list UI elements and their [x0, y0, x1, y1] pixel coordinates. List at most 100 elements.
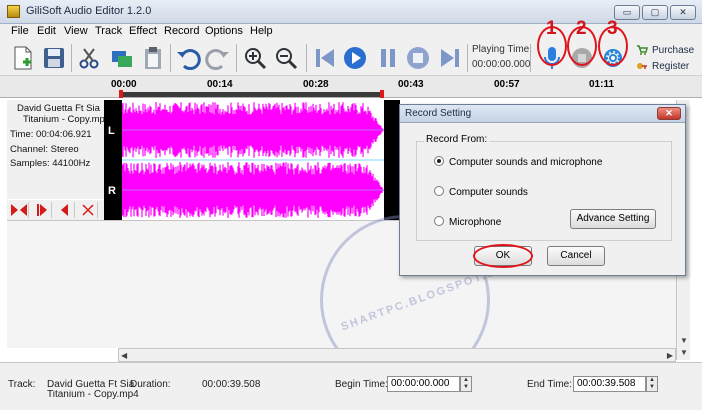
- selection-range-bar[interactable]: [120, 92, 384, 97]
- record-setting-dialog: Record Setting ✕ Record From: Computer s…: [399, 104, 686, 276]
- dialog-title: Record Setting: [405, 108, 472, 119]
- option-computer-sounds[interactable]: Computer sounds: [434, 186, 528, 198]
- delete-track-icon[interactable]: [78, 202, 98, 218]
- title-bar: GiliSoft Audio Editor 1.2.0 ▭ ▢ ✕: [0, 0, 702, 24]
- cart-icon: [636, 44, 648, 56]
- minimize-button[interactable]: ▭: [614, 5, 640, 20]
- ruler-tick: 00:14: [207, 79, 233, 90]
- toolbar-separator: [467, 44, 468, 72]
- duration-value: 00:00:39.508: [202, 379, 261, 390]
- callout-number-2: 2: [576, 18, 587, 39]
- menu-options[interactable]: Options: [205, 25, 243, 37]
- selection-start-marker[interactable]: [119, 90, 123, 98]
- dialog-close-button[interactable]: ✕: [657, 107, 681, 120]
- skip-start-icon[interactable]: [311, 44, 339, 72]
- playing-time-value: 00:00:00.000: [472, 59, 531, 70]
- selection-end-marker[interactable]: [380, 90, 384, 98]
- stop-icon[interactable]: [404, 44, 432, 72]
- option-microphone[interactable]: Microphone: [434, 216, 501, 228]
- begin-time-input[interactable]: 00:00:00.000: [387, 376, 460, 392]
- track-samples: Samples: 44100Hz: [10, 158, 91, 169]
- callout-number-1: 1: [546, 18, 557, 39]
- menu-effect[interactable]: Effect: [129, 25, 157, 37]
- track-end-marker: [384, 100, 400, 220]
- callout-number-3: 3: [607, 18, 618, 39]
- paste-icon[interactable]: [139, 44, 167, 72]
- ruler-tick: 00:00: [111, 79, 137, 90]
- play-icon[interactable]: [341, 44, 369, 72]
- menu-bar: File Edit View Track Effect Record Optio…: [0, 24, 702, 40]
- select-all-icon[interactable]: [9, 202, 29, 218]
- menu-file[interactable]: File: [11, 25, 29, 37]
- scissors-icon[interactable]: [75, 44, 103, 72]
- track-name-line1: David Guetta Ft Sia: [17, 103, 100, 114]
- begin-time-label: Begin Time:: [335, 379, 388, 390]
- menu-edit[interactable]: Edit: [37, 25, 56, 37]
- option-label: Microphone: [449, 217, 502, 228]
- track-info-panel[interactable]: David Guetta Ft Sia Titanium - Copy.mp4 …: [7, 100, 110, 199]
- menu-track[interactable]: Track: [95, 25, 122, 37]
- menu-record[interactable]: Record: [164, 25, 199, 37]
- scroll-right-arrow-icon[interactable]: ▶: [667, 351, 673, 360]
- toolbar-separator: [170, 44, 171, 72]
- option-label: Computer sounds: [449, 187, 528, 198]
- channel-left-label: L: [108, 125, 115, 137]
- horizontal-scrollbar[interactable]: ◀ ▶: [118, 348, 676, 362]
- toolbar-separator: [306, 44, 307, 72]
- end-time-input[interactable]: 00:00:39.508: [573, 376, 646, 392]
- ruler-tick: 01:11: [589, 79, 615, 90]
- dialog-title-bar[interactable]: Record Setting ✕: [400, 105, 685, 123]
- playing-time-label: Playing Time:: [472, 44, 533, 55]
- toolbar-separator: [71, 44, 72, 72]
- step-back-icon[interactable]: [55, 202, 75, 218]
- register-link[interactable]: Register: [652, 61, 689, 72]
- restore-button[interactable]: ▢: [642, 5, 668, 20]
- ok-callout-ring: [473, 244, 533, 268]
- ruler-tick: 00:57: [494, 79, 520, 90]
- option-computer-sounds-and-mic[interactable]: Computer sounds and microphone: [434, 156, 602, 168]
- track-time: Time: 00:04:06.921: [10, 129, 92, 140]
- copy-icon[interactable]: [108, 44, 136, 72]
- scroll-left-arrow-icon[interactable]: ◀: [121, 351, 127, 360]
- status-track-name-line1: David Guetta Ft Sia: [47, 379, 135, 390]
- radio-icon[interactable]: [434, 186, 444, 196]
- scroll-down-arrow-icon[interactable]: ▼: [680, 348, 688, 357]
- toolbar-separator: [236, 44, 237, 72]
- radio-icon[interactable]: [434, 216, 444, 226]
- new-file-icon[interactable]: [9, 44, 37, 72]
- save-icon[interactable]: [40, 44, 68, 72]
- track-controls: [7, 200, 104, 220]
- close-button[interactable]: ✕: [670, 5, 696, 20]
- key-icon: [636, 60, 648, 72]
- zoom-out-icon[interactable]: [272, 44, 300, 72]
- channel-label-strip: L R: [104, 100, 122, 220]
- status-bar: Track: David Guetta Ft Sia Titanium - Co…: [0, 362, 702, 410]
- menu-help[interactable]: Help: [250, 25, 273, 37]
- ruler-tick: 00:28: [303, 79, 329, 90]
- app-logo-icon: [7, 5, 20, 18]
- status-track-name-line2: Titanium - Copy.mp4: [47, 390, 139, 399]
- end-time-label: End Time:: [527, 379, 573, 390]
- cancel-button[interactable]: Cancel: [547, 246, 605, 266]
- undo-icon[interactable]: [174, 44, 202, 72]
- menu-view[interactable]: View: [64, 25, 88, 37]
- scroll-down-arrow-icon[interactable]: ▼: [680, 336, 688, 345]
- duration-label: Duration:: [130, 379, 171, 390]
- track-channel: Channel: Stereo: [10, 144, 79, 155]
- ruler-tick: 00:43: [398, 79, 424, 90]
- option-label: Computer sounds and microphone: [449, 157, 603, 168]
- toolbar: Playing Time: 00:00:00.000 1 2 3 Purchas…: [0, 18, 702, 76]
- window-title: GiliSoft Audio Editor 1.2.0: [26, 5, 152, 17]
- pause-icon[interactable]: [374, 44, 402, 72]
- purchase-link[interactable]: Purchase: [652, 45, 694, 56]
- radio-selected-icon[interactable]: [434, 156, 444, 166]
- advance-setting-button[interactable]: Advance Setting: [570, 209, 656, 229]
- play-from-cursor-icon[interactable]: [32, 202, 52, 218]
- skip-end-icon[interactable]: [436, 44, 464, 72]
- zoom-in-icon[interactable]: [241, 44, 269, 72]
- track-name-line2: Titanium - Copy.mp4: [23, 114, 111, 125]
- end-time-stepper[interactable]: ▲ ▼: [646, 376, 658, 392]
- redo-icon[interactable]: [204, 44, 232, 72]
- begin-time-stepper[interactable]: ▲ ▼: [460, 376, 472, 392]
- time-ruler[interactable]: 00:00 00:14 00:28 00:43 00:57 01:11: [0, 76, 702, 98]
